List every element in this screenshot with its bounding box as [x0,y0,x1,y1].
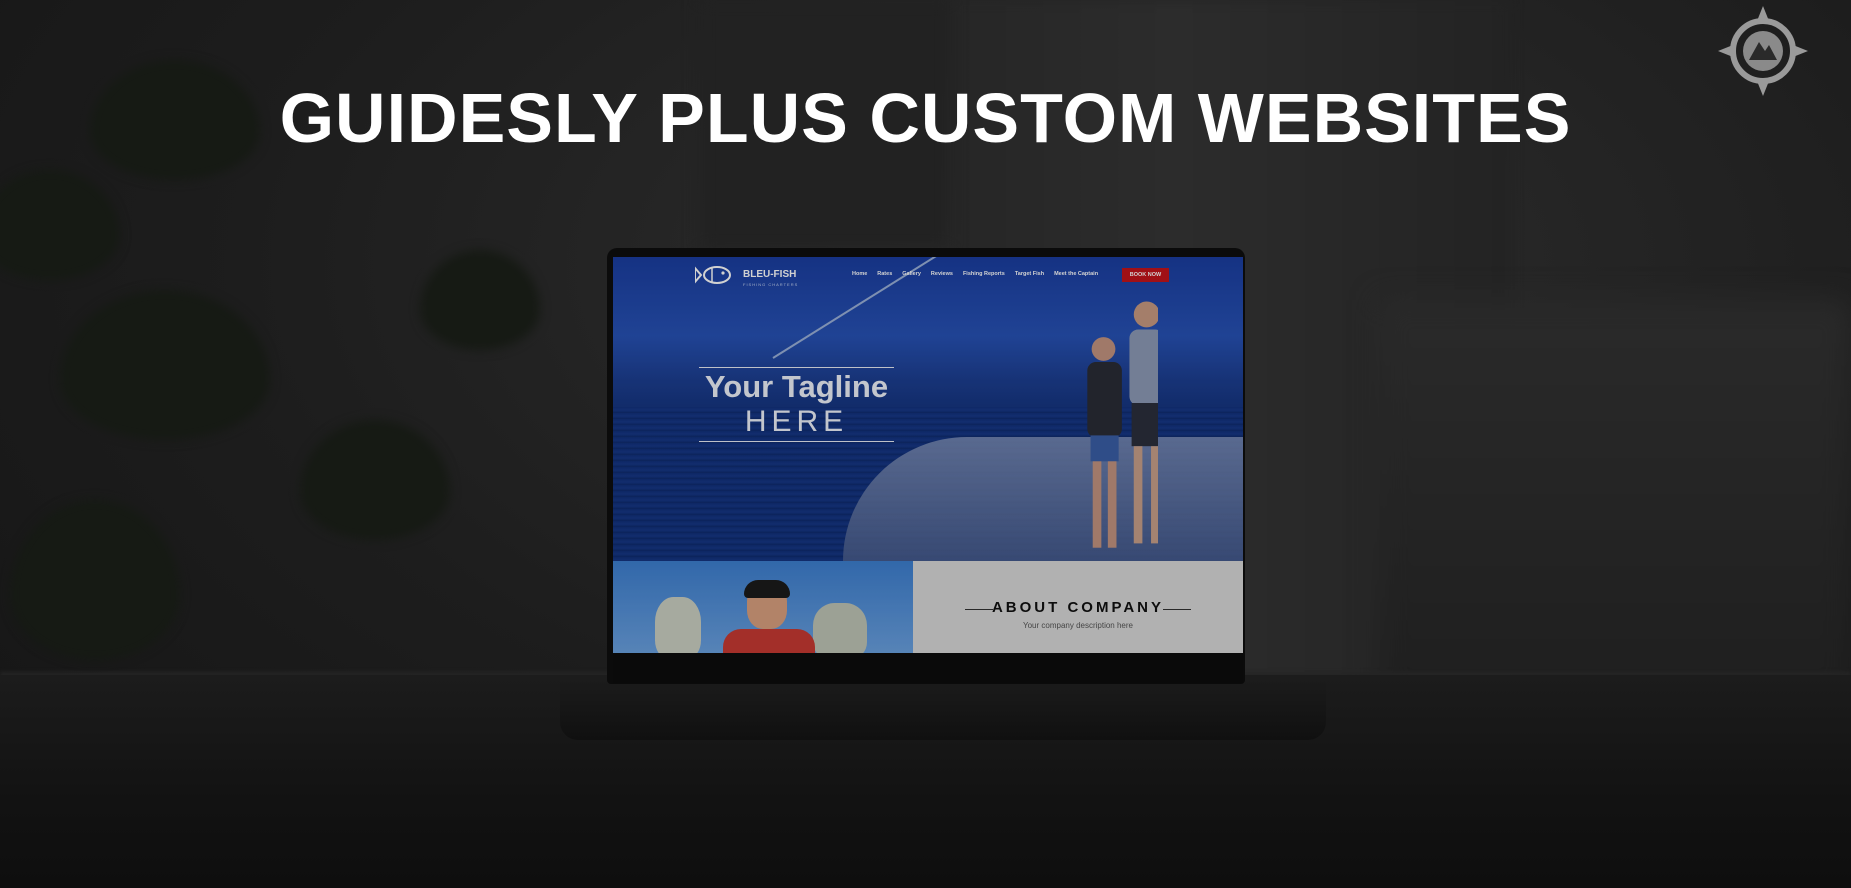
laptop-base [560,682,1326,740]
nav-item-meet-the-captain[interactable]: Meet the Captain [1054,271,1098,277]
nav-item-gallery[interactable]: Gallery [902,271,921,277]
tagline-divider-bottom [699,441,894,442]
plant-leaf [10,500,180,660]
fish-logo-icon [695,266,731,284]
page-title: GUIDESLY PLUS CUSTOM WEBSITES [279,79,1572,157]
about-section: ABOUT COMPANY Your company description h… [913,561,1243,653]
background-shelf [1380,300,1851,700]
plant-leaf [300,420,450,540]
nav-item-fishing-reports[interactable]: Fishing Reports [963,271,1005,277]
brand-name: BLEU-FISH [743,268,797,280]
book-now-button[interactable]: BOOK NOW [1122,268,1169,282]
website-logo[interactable]: BLEU-FISH FISHING CHARTERS [695,263,798,287]
tagline-divider-top [699,367,894,368]
captain-photo [613,561,913,653]
hero-tagline-sub: HERE [744,405,849,438]
plant-leaf [0,170,120,280]
laptop-bezel [613,653,1243,683]
nav-item-target-fish[interactable]: Target Fish [1015,271,1044,277]
hero-people-image [1087,301,1158,548]
about-description: Your company description here [1023,621,1133,630]
fish-image [813,603,867,653]
plant-leaf [420,250,540,350]
captain-cap [744,580,790,598]
brand-subtitle: FISHING CHARTERS [743,281,799,287]
nav-item-reviews[interactable]: Reviews [931,271,953,277]
compass-mountain-logo-icon [1718,6,1808,96]
fish-image [655,597,701,653]
laptop-screen: BLEU-FISH FISHING CHARTERS Home Rates Ga… [613,257,1243,653]
captain-shirt [723,629,815,653]
about-title: ABOUT COMPANY [991,599,1165,616]
hero-tagline: Your Tagline [704,369,889,404]
nav-links: Home Rates Gallery Reviews Fishing Repor… [852,271,1098,277]
website-navbar: BLEU-FISH FISHING CHARTERS Home Rates Ga… [613,257,1243,293]
nav-item-rates[interactable]: Rates [877,271,892,277]
about-divider-right [1163,609,1191,610]
plant-leaf [60,290,270,440]
nav-item-home[interactable]: Home [852,271,867,277]
